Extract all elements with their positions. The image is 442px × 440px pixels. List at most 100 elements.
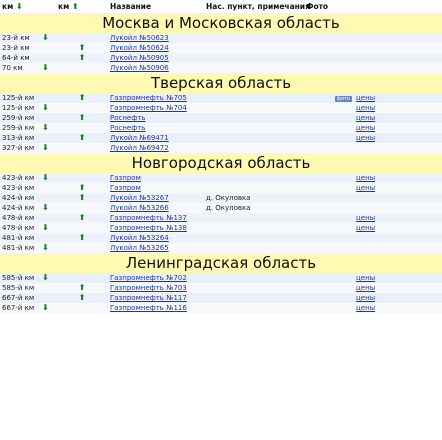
price-link[interactable]: цены — [356, 294, 375, 302]
price-link[interactable]: цены — [356, 274, 375, 282]
note-cell — [204, 233, 304, 243]
note-cell: д. Окуловка — [204, 203, 304, 213]
station-link[interactable]: Лукойл №53265 — [110, 244, 169, 252]
arrow-down-icon: ⬇ — [15, 2, 23, 11]
table-row: 424-й км ⬆ Лукойл №53267 д. Окуловка — [0, 193, 442, 203]
price-link[interactable]: цены — [356, 284, 375, 292]
table-row: 313-й км ⬆ Лукойл №69471 цены — [0, 133, 442, 143]
station-link[interactable]: Роснефть — [110, 114, 145, 122]
station-link[interactable]: Газпромнефть №703 — [110, 284, 187, 292]
stations-table: км ⬇ км ⬆ Название Нас. пункт, примечани… — [0, 0, 442, 313]
table-row: 23-й км ⬇ Лукойл №50623 — [0, 33, 442, 43]
price-link[interactable]: цены — [356, 124, 375, 132]
arrow-down-icon: ⬇ — [42, 243, 49, 252]
note-cell — [204, 43, 304, 53]
note-cell — [204, 283, 304, 293]
note-cell — [204, 303, 304, 313]
km-cell: 478-й км — [0, 223, 40, 233]
header-km-down[interactable]: км ⬇ — [0, 0, 40, 13]
station-link[interactable]: Лукойл №53266 — [110, 204, 169, 212]
km-cell: 125-й км — [0, 103, 40, 113]
km-cell: 327-й км — [0, 143, 40, 153]
km-cell: 585-й км — [0, 273, 40, 283]
station-link[interactable]: Газпромнефть №702 — [110, 274, 187, 282]
km-cell: 424-й км — [0, 203, 40, 213]
station-link[interactable]: Лукойл №69471 — [110, 134, 169, 142]
photo-badge[interactable]: фото — [334, 96, 352, 102]
arrow-up-icon: ⬆ — [78, 293, 86, 302]
km-cell: 481-й км — [0, 233, 40, 243]
table-row: 423-й км ⬆ Газпром цены — [0, 183, 442, 193]
km-cell: 259-й км — [0, 123, 40, 133]
km-cell: 667-й км — [0, 293, 40, 303]
price-link[interactable]: цены — [356, 214, 375, 222]
price-link[interactable]: цены — [356, 94, 375, 102]
station-link[interactable]: Газпромнефть №138 — [110, 224, 187, 232]
station-link[interactable]: Газпромнефть №704 — [110, 104, 187, 112]
km-cell: 478-й км — [0, 213, 40, 223]
note-cell — [204, 243, 304, 253]
km-cell: 64-й км — [0, 53, 40, 63]
price-link[interactable]: цены — [356, 184, 375, 192]
table-row: 424-й км ⬇ Лукойл №53266 д. Окуловка — [0, 203, 442, 213]
price-link[interactable]: цены — [356, 104, 375, 112]
table-row: 585-й км ⬇ Газпромнефть №702 цены — [0, 273, 442, 283]
arrow-up-icon: ⬆ — [78, 43, 86, 52]
note-cell — [204, 293, 304, 303]
arrow-down-icon: ⬇ — [42, 143, 49, 152]
arrow-up-icon: ⬆ — [78, 213, 86, 222]
station-link[interactable]: Лукойл №69472 — [110, 144, 169, 152]
station-link[interactable]: Газпром — [110, 184, 141, 192]
region-header: Тверская область — [0, 73, 442, 93]
price-link[interactable]: цены — [356, 304, 375, 312]
km-cell: 23-й км — [0, 33, 40, 43]
arrow-down-icon: ⬇ — [42, 273, 49, 282]
region-header: Ленинградская область — [0, 253, 442, 273]
table-row: 667-й км ⬇ Газпромнефть №116 цены — [0, 303, 442, 313]
km-cell: 259-й км — [0, 113, 40, 123]
station-link[interactable]: Лукойл №53264 — [110, 234, 169, 242]
station-link[interactable]: Лукойл №50624 — [110, 44, 169, 52]
note-cell — [204, 103, 304, 113]
table-row: 667-й км ⬆ Газпромнефть №117 цены — [0, 293, 442, 303]
price-link[interactable]: цены — [356, 224, 375, 232]
header-photo: Фото — [306, 2, 329, 11]
station-link[interactable]: Газпром — [110, 174, 141, 182]
station-link[interactable]: Газпромнефть №117 — [110, 294, 187, 302]
km-cell: 585-й км — [0, 283, 40, 293]
note-cell — [204, 183, 304, 193]
arrow-down-icon: ⬇ — [42, 63, 49, 72]
header-notes: Нас. пункт, примечания — [206, 2, 310, 11]
km-cell: 23-й км — [0, 43, 40, 53]
price-link[interactable]: цены — [356, 174, 375, 182]
station-link[interactable]: Газпромнефть №116 — [110, 304, 187, 312]
station-link[interactable]: Газпромнефть №705 — [110, 94, 187, 102]
price-link[interactable]: цены — [356, 114, 375, 122]
station-link[interactable]: Роснефть — [110, 124, 145, 132]
arrow-down-icon: ⬇ — [42, 33, 49, 42]
arrow-up-icon: ⬆ — [78, 93, 86, 102]
km-cell: 423-й км — [0, 173, 40, 183]
region-header: Москва и Московская область — [0, 13, 442, 33]
station-link[interactable]: Лукойл №50906 — [110, 64, 169, 72]
table-row: 23-й км ⬆ Лукойл №50624 — [0, 43, 442, 53]
header-km-up[interactable]: км ⬆ — [56, 0, 108, 13]
note-cell — [204, 173, 304, 183]
note-cell: д. Окуловка — [204, 193, 304, 203]
km-cell: 125-й км — [0, 93, 40, 103]
station-link[interactable]: Лукойл №50623 — [110, 34, 169, 42]
table-row: 481-й км ⬇ Лукойл №53265 — [0, 243, 442, 253]
arrow-down-icon: ⬇ — [42, 203, 49, 212]
km-cell: 481-й км — [0, 243, 40, 253]
table-row: 327-й км ⬇ Лукойл №69472 — [0, 143, 442, 153]
arrow-down-icon: ⬇ — [42, 223, 49, 232]
station-link[interactable]: Лукойл №53267 — [110, 194, 169, 202]
station-link[interactable]: Газпромнефть №137 — [110, 214, 187, 222]
price-link[interactable]: цены — [356, 134, 375, 142]
note-cell — [204, 93, 304, 103]
arrow-up-icon: ⬆ — [78, 53, 86, 62]
note-cell — [204, 133, 304, 143]
arrow-up-icon: ⬆ — [78, 183, 86, 192]
km-cell: 423-й км — [0, 183, 40, 193]
station-link[interactable]: Лукойл №50905 — [110, 54, 169, 62]
